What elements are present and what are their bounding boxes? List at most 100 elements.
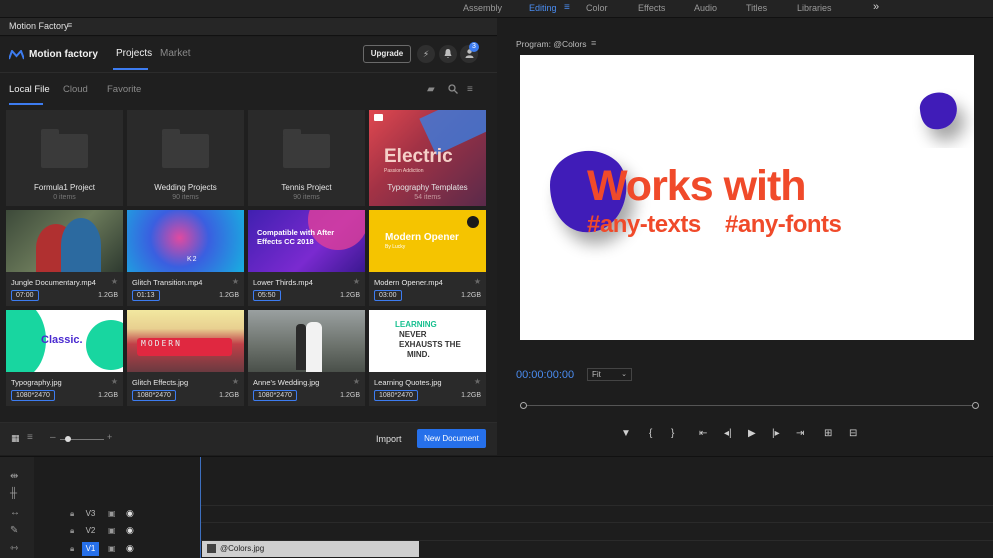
track-divider bbox=[201, 505, 993, 506]
brand-logo: Motion factory bbox=[9, 49, 98, 60]
grid-view-icon[interactable]: ▦ bbox=[11, 433, 20, 444]
play-icon[interactable]: ▶ bbox=[748, 428, 756, 439]
add-marker-icon[interactable]: ▼ bbox=[621, 428, 631, 439]
overwrite-icon[interactable]: ⊟ bbox=[849, 428, 857, 439]
star-icon[interactable]: ★ bbox=[111, 277, 118, 286]
workspace-menu-icon[interactable]: ≡ bbox=[564, 2, 570, 13]
workspace-assembly[interactable]: Assembly bbox=[463, 3, 502, 13]
razor-tool-icon[interactable]: ✎ bbox=[10, 525, 18, 536]
star-icon[interactable]: ★ bbox=[232, 377, 239, 386]
step-forward-icon[interactable]: |▸ bbox=[772, 428, 780, 439]
media-card[interactable]: K2 Glitch Transition.mp4 ★ 01:13 1.2GB bbox=[127, 210, 244, 306]
lock-icon[interactable]: 🔒︎ bbox=[70, 544, 74, 554]
track-v3: 🔒︎ V3 ▣ ◉ bbox=[34, 506, 201, 523]
eye-icon[interactable]: ◉ bbox=[126, 543, 134, 554]
media-thumbnail bbox=[248, 310, 365, 372]
media-card[interactable]: Jungle Documentary.mp4 ★ 07:00 1.2GB bbox=[6, 210, 123, 306]
workspace-effects[interactable]: Effects bbox=[638, 3, 665, 13]
tab-local-file[interactable]: Local File bbox=[9, 84, 50, 95]
media-card[interactable]: Compatible with After Effects CC 2018 Lo… bbox=[248, 210, 365, 306]
media-card[interactable]: Classic. Typography.jpg ★ 1080*2470 1.2G… bbox=[6, 310, 123, 406]
timeline-panel: ⇹ ╫ ↔ ✎ ⇿ 🔒︎ V3 ▣ ◉ 🔒︎ V2 ▣ ◉ 🔒︎ V1 ▣ ◉ bbox=[0, 456, 993, 558]
star-icon[interactable]: ★ bbox=[111, 377, 118, 386]
sync-lock-icon[interactable]: ▣ bbox=[108, 526, 116, 535]
mark-out-icon[interactable]: } bbox=[671, 428, 674, 439]
rolling-edit-icon[interactable]: ╫ bbox=[10, 488, 17, 499]
media-thumbnail: Compatible with After Effects CC 2018 bbox=[248, 210, 365, 272]
tab-market[interactable]: Market bbox=[160, 48, 191, 59]
lock-icon[interactable]: 🔒︎ bbox=[70, 526, 74, 536]
import-button[interactable]: Import bbox=[376, 434, 402, 444]
folder-count: 90 items bbox=[172, 194, 199, 201]
ripple-edit-icon[interactable]: ⇹ bbox=[10, 471, 18, 482]
folder-card[interactable]: Wedding Projects 90 items bbox=[127, 110, 244, 206]
lock-icon[interactable]: 🔒︎ bbox=[70, 509, 74, 519]
workspace-libraries[interactable]: Libraries bbox=[797, 3, 832, 13]
duration-tag: 05:50 bbox=[253, 290, 281, 301]
workspace-color[interactable]: Color bbox=[586, 3, 608, 13]
timeline-clip[interactable]: @Colors.jpg bbox=[202, 541, 419, 557]
tab-projects[interactable]: Projects bbox=[116, 48, 152, 59]
thumb-text: MODERN bbox=[141, 339, 182, 348]
zoom-out-icon[interactable]: – bbox=[50, 432, 56, 443]
sync-lock-icon[interactable]: ▣ bbox=[108, 544, 116, 553]
folder-card[interactable]: Formula1 Project 0 items bbox=[6, 110, 123, 206]
media-card[interactable]: MODERN Glitch Effects.jpg ★ 1080*2470 1.… bbox=[127, 310, 244, 406]
sort-icon[interactable]: ≡ bbox=[467, 84, 473, 95]
folder-icon bbox=[283, 129, 330, 168]
tab-cloud[interactable]: Cloud bbox=[63, 84, 88, 95]
track-label[interactable]: V1 bbox=[82, 542, 99, 556]
slider-handle[interactable] bbox=[65, 436, 71, 442]
active-tab-indicator bbox=[113, 68, 148, 70]
media-card[interactable]: Modern Opener By Lucky Modern Opener.mp4… bbox=[369, 210, 486, 306]
timecode[interactable]: 00:00:00:00 bbox=[516, 369, 574, 381]
track-label[interactable]: V3 bbox=[82, 507, 99, 521]
zoom-in-icon[interactable]: + bbox=[107, 432, 112, 442]
slip-tool-icon[interactable]: ↔ bbox=[10, 507, 20, 518]
more-workspaces-icon[interactable]: » bbox=[873, 1, 879, 13]
search-icon[interactable] bbox=[448, 84, 458, 97]
workspace-titles[interactable]: Titles bbox=[746, 3, 767, 13]
lightning-icon[interactable]: ⚡ bbox=[417, 45, 435, 63]
eye-icon[interactable]: ◉ bbox=[126, 525, 134, 536]
workspace-editing[interactable]: Editing bbox=[529, 3, 557, 13]
zoom-fit-select[interactable]: Fit ⌄ bbox=[587, 368, 632, 381]
star-icon[interactable]: ★ bbox=[474, 377, 481, 386]
star-icon[interactable]: ★ bbox=[474, 277, 481, 286]
sync-lock-icon[interactable]: ▣ bbox=[108, 509, 116, 518]
folder-card[interactable]: Electric Passion Addiction Typography Te… bbox=[369, 110, 486, 206]
media-name: Learning Quotes.jpg bbox=[374, 378, 442, 387]
track-label[interactable]: V2 bbox=[82, 524, 99, 538]
list-view-icon[interactable]: ≡ bbox=[27, 432, 33, 443]
out-point-handle[interactable] bbox=[972, 402, 979, 409]
go-to-out-icon[interactable]: ⇥ bbox=[796, 428, 804, 439]
go-to-in-icon[interactable]: ⇤ bbox=[699, 428, 707, 439]
eye-icon[interactable]: ◉ bbox=[126, 508, 134, 519]
upgrade-button[interactable]: Upgrade bbox=[363, 45, 411, 63]
folder-card[interactable]: Tennis Project 90 items bbox=[248, 110, 365, 206]
star-icon[interactable]: ★ bbox=[353, 277, 360, 286]
playhead[interactable] bbox=[200, 457, 201, 558]
media-card[interactable]: Anne's Wedding.jpg ★ 1080*2470 1.2GB bbox=[248, 310, 365, 406]
bell-icon[interactable] bbox=[439, 45, 457, 63]
insert-icon[interactable]: ⊞ bbox=[824, 428, 832, 439]
panel-menu-icon[interactable]: ≡ bbox=[67, 20, 72, 30]
thumb-subtitle: By Lucky bbox=[385, 244, 406, 250]
playback-scrubber[interactable] bbox=[520, 405, 978, 406]
media-card[interactable]: LEARNING NEVER EXHAUSTS THE MIND. Learni… bbox=[369, 310, 486, 406]
folder-name: Wedding Projects bbox=[154, 183, 217, 192]
new-document-button[interactable]: New Document bbox=[417, 429, 486, 448]
new-folder-icon[interactable]: ▰ bbox=[427, 84, 435, 95]
purple-blob-right bbox=[919, 92, 957, 130]
step-back-icon[interactable]: ◂| bbox=[724, 428, 732, 439]
panel-title: Motion Factory bbox=[9, 21, 69, 31]
in-point-handle[interactable] bbox=[520, 402, 527, 409]
star-icon[interactable]: ★ bbox=[353, 377, 360, 386]
star-icon[interactable]: ★ bbox=[232, 277, 239, 286]
mark-in-icon[interactable]: { bbox=[649, 428, 652, 439]
workspace-audio[interactable]: Audio bbox=[694, 3, 717, 13]
media-thumbnail: K2 bbox=[127, 210, 244, 272]
program-menu-icon[interactable]: ≡ bbox=[591, 38, 596, 48]
slide-tool-icon[interactable]: ⇿ bbox=[10, 543, 18, 554]
tab-favorite[interactable]: Favorite bbox=[107, 84, 141, 95]
